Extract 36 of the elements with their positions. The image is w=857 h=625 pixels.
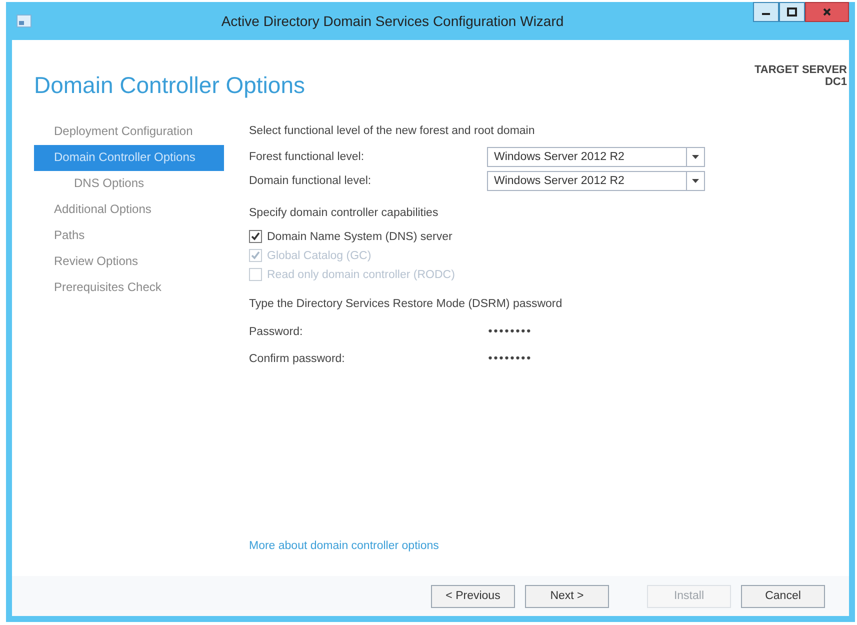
field-label: Password: — [249, 326, 304, 338]
field-label: Confirm password: — [249, 352, 346, 364]
close-icon — [822, 7, 832, 17]
field-label: Domain functional level: — [249, 175, 372, 187]
dropdown[interactable]: Windows Server 2012 R2 — [487, 147, 705, 167]
section-heading: Select functional level of the new forest and root domain — [249, 125, 536, 137]
wizard-button: Install — [647, 584, 731, 608]
checkbox-option: Read only domain controller (RODC) — [249, 265, 455, 284]
target-server-label: TARGET SERVER — [754, 64, 847, 76]
page-title: Domain Controller Options — [34, 72, 306, 100]
app-icon — [16, 14, 32, 28]
close-button[interactable] — [805, 2, 849, 22]
sidebar-item[interactable]: Paths — [34, 223, 224, 249]
checkbox-option[interactable]: Domain Name System (DNS) server — [249, 227, 452, 246]
dropdown-arrow-icon — [692, 155, 699, 159]
sidebar-item[interactable]: DNS Options — [34, 171, 224, 197]
field-label: Forest functional level: — [249, 151, 366, 163]
maximize-button[interactable] — [779, 2, 805, 22]
checkmark-icon — [250, 231, 261, 242]
checkbox-option: Global Catalog (GC) — [249, 246, 372, 265]
sidebar-item[interactable]: Additional Options — [34, 197, 224, 223]
checkmark-icon — [250, 250, 261, 261]
window-title: Active Directory Domain Services Configuration Wizard — [220, 13, 565, 29]
maximize-icon — [787, 7, 797, 17]
dropdown-arrow-icon — [692, 179, 699, 183]
wizard-button[interactable]: Cancel — [741, 584, 825, 608]
section-heading: Specify domain controller capabilities — [249, 207, 440, 219]
target-server-name: DC1 — [824, 76, 847, 88]
sidebar-item[interactable]: Prerequisites Check — [34, 275, 224, 301]
sidebar-item[interactable]: Deployment Configuration — [34, 119, 224, 145]
minimize-button[interactable] — [753, 2, 779, 22]
sidebar-item[interactable]: Review Options — [34, 249, 224, 275]
section-heading: Type the Directory Services Restore Mode (DSRM) password — [249, 298, 564, 310]
wizard-button[interactable]: Next > — [525, 584, 609, 608]
wizard-button[interactable]: < Previous — [431, 584, 515, 608]
dropdown[interactable]: Windows Server 2012 R2 — [487, 171, 705, 191]
